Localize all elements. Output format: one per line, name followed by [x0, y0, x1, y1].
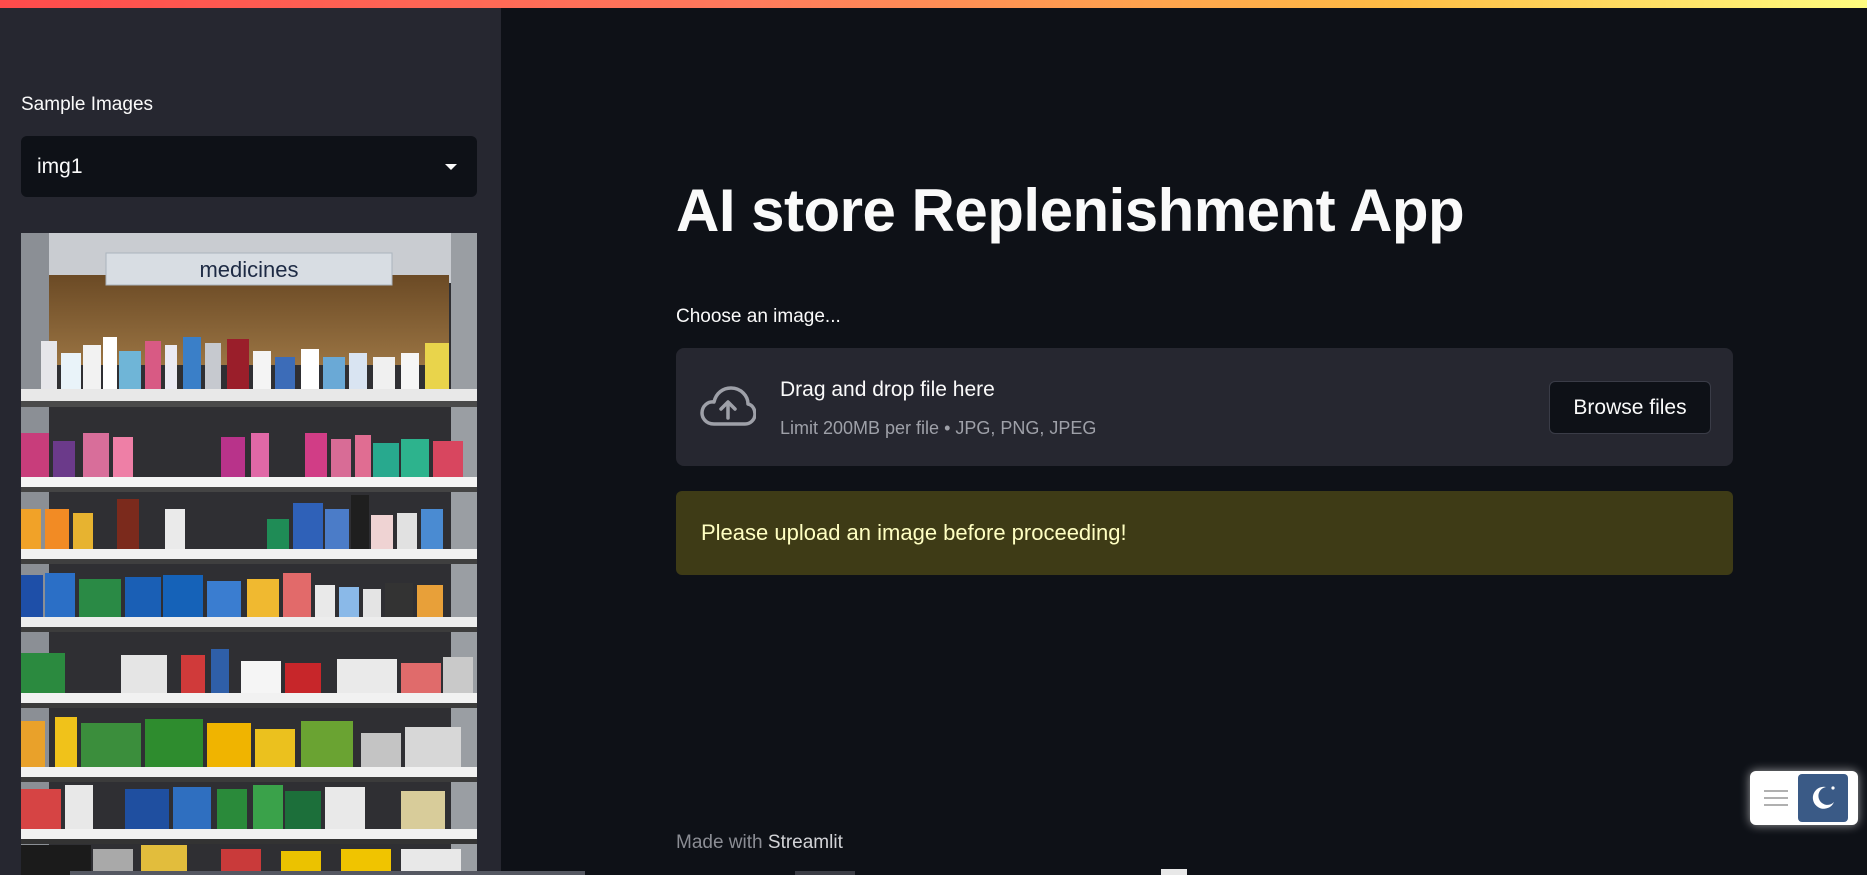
streamlit-link[interactable]: Streamlit [768, 832, 843, 853]
theme-widget [1750, 771, 1858, 825]
select-value: img1 [37, 154, 83, 178]
sample-images-label: Sample Images [21, 94, 154, 115]
browse-files-button[interactable]: Browse files [1549, 381, 1711, 434]
warning-alert: Please upload an image before proceeding… [676, 491, 1733, 575]
footer: Made with Streamlit [676, 832, 843, 854]
upload-cloud-icon [700, 386, 756, 426]
page-title: AI store Replenishment App [676, 177, 1465, 244]
sidebar: Sample Images img1 medicines [0, 0, 501, 875]
dropzone-title: Drag and drop file here [780, 378, 995, 401]
shelf-sign-text: medicines [199, 257, 298, 282]
sample-image-select[interactable]: img1 [21, 136, 477, 197]
chevron-down-icon [445, 163, 457, 170]
theme-toggle-button[interactable] [1798, 774, 1848, 822]
top-decoration-bar [0, 0, 1867, 8]
moon-icon [1812, 786, 1835, 809]
horizontal-scrollbar[interactable] [70, 871, 585, 875]
sample-image-preview: medicines [21, 233, 477, 875]
bottom-marker [1161, 869, 1187, 875]
menu-icon[interactable] [1754, 776, 1798, 820]
uploader-label: Choose an image... [676, 306, 841, 327]
dropzone-limit-text: Limit 200MB per file • JPG, PNG, JPEG [780, 418, 1097, 438]
footer-prefix: Made with [676, 832, 763, 853]
bottom-marker [795, 871, 855, 875]
file-dropzone[interactable]: Drag and drop file here Limit 200MB per … [676, 348, 1733, 466]
